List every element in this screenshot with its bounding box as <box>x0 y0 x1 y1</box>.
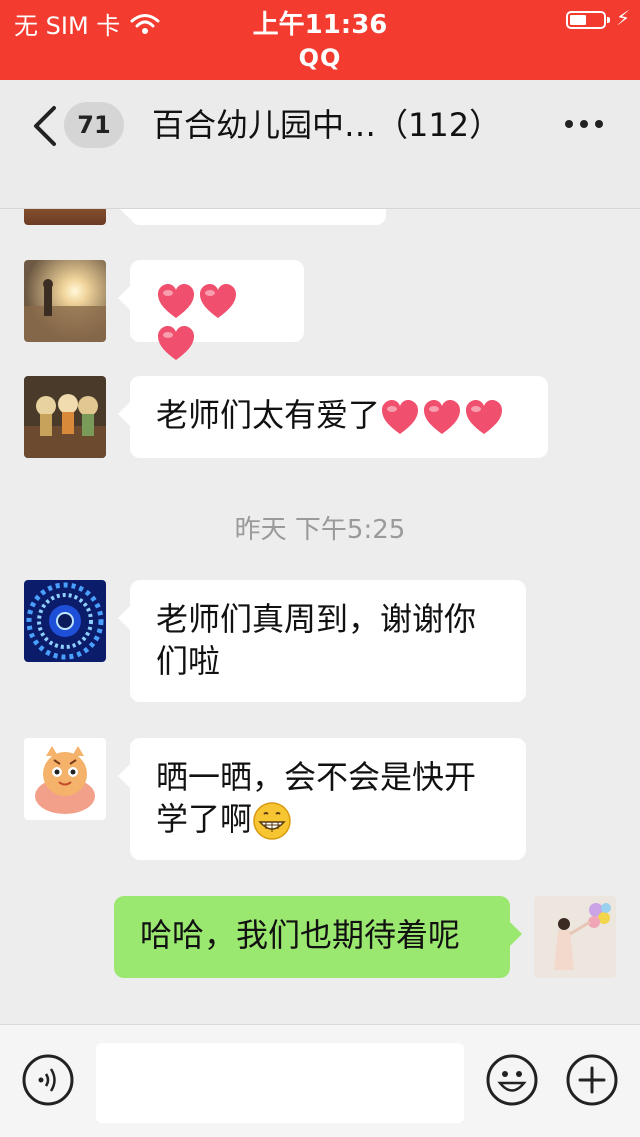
hearts-emoji-group <box>156 280 240 360</box>
message-bubble[interactable] <box>118 209 386 225</box>
mandala-avatar[interactable] <box>24 580 106 662</box>
message-bubble[interactable]: 老师们真周到，谢谢你 们啦 <box>118 580 526 702</box>
charging-icon: ⚡ <box>615 6 630 30</box>
dolls-avatar[interactable] <box>24 376 106 458</box>
status-time: 上午11:36 <box>252 10 388 40</box>
message-text: 老师们太有爱了 <box>156 396 381 434</box>
message-text-line: 学了啊 <box>156 800 253 838</box>
message-text-line: 们啦 <box>156 642 221 680</box>
heart-icon <box>158 284 194 318</box>
heart-icon <box>382 400 419 434</box>
group-title: 百合幼儿园中…（112） <box>152 106 502 144</box>
heart-icon <box>466 400 503 434</box>
heart-icon <box>158 326 194 360</box>
unread-count-badge[interactable]: 71 <box>64 102 124 148</box>
input-toolbar <box>0 1024 640 1137</box>
avatar[interactable] <box>24 209 106 225</box>
battery-icon <box>566 11 610 29</box>
plus-icon[interactable] <box>566 1054 618 1106</box>
message-list[interactable]: 老师们太有爱了 昨天 下午5:25 老师们真周到，谢谢你 们啦 晒一晒，会不会是… <box>0 209 640 1024</box>
more-options-icon[interactable] <box>564 118 604 130</box>
message-input[interactable] <box>96 1043 464 1123</box>
message-bubble[interactable] <box>118 260 304 360</box>
message-bubble[interactable]: 老师们太有爱了 <box>118 376 548 458</box>
status-bar: 无 SIM 卡 上午11:36 QQ ⚡ <box>0 0 640 80</box>
heart-icon <box>200 284 236 318</box>
grinning-face-emoji-icon <box>253 802 291 840</box>
sunset-avatar[interactable] <box>24 260 106 342</box>
voice-input-icon[interactable] <box>22 1054 74 1106</box>
message-text-line: 老师们真周到，谢谢你 <box>156 600 477 638</box>
app-name: QQ <box>298 44 342 72</box>
chat-header: 71 百合幼儿园中…（112） <box>0 80 640 209</box>
message-text: 哈哈，我们也期待着呢 <box>140 916 461 954</box>
message-bubble[interactable]: 晒一晒，会不会是快开 学了啊 <box>118 738 526 860</box>
tiger-cartoon-avatar[interactable] <box>24 738 106 820</box>
message-timestamp: 昨天 下午5:25 <box>234 515 406 545</box>
emoji-icon[interactable] <box>486 1054 538 1106</box>
own-message-bubble[interactable]: 哈哈，我们也期待着呢 <box>114 896 522 978</box>
heart-icon <box>424 400 461 434</box>
back-arrow-icon[interactable] <box>30 104 60 148</box>
woman-balloons-avatar[interactable] <box>534 896 616 978</box>
message-text-line: 晒一晒，会不会是快开 <box>156 758 477 796</box>
